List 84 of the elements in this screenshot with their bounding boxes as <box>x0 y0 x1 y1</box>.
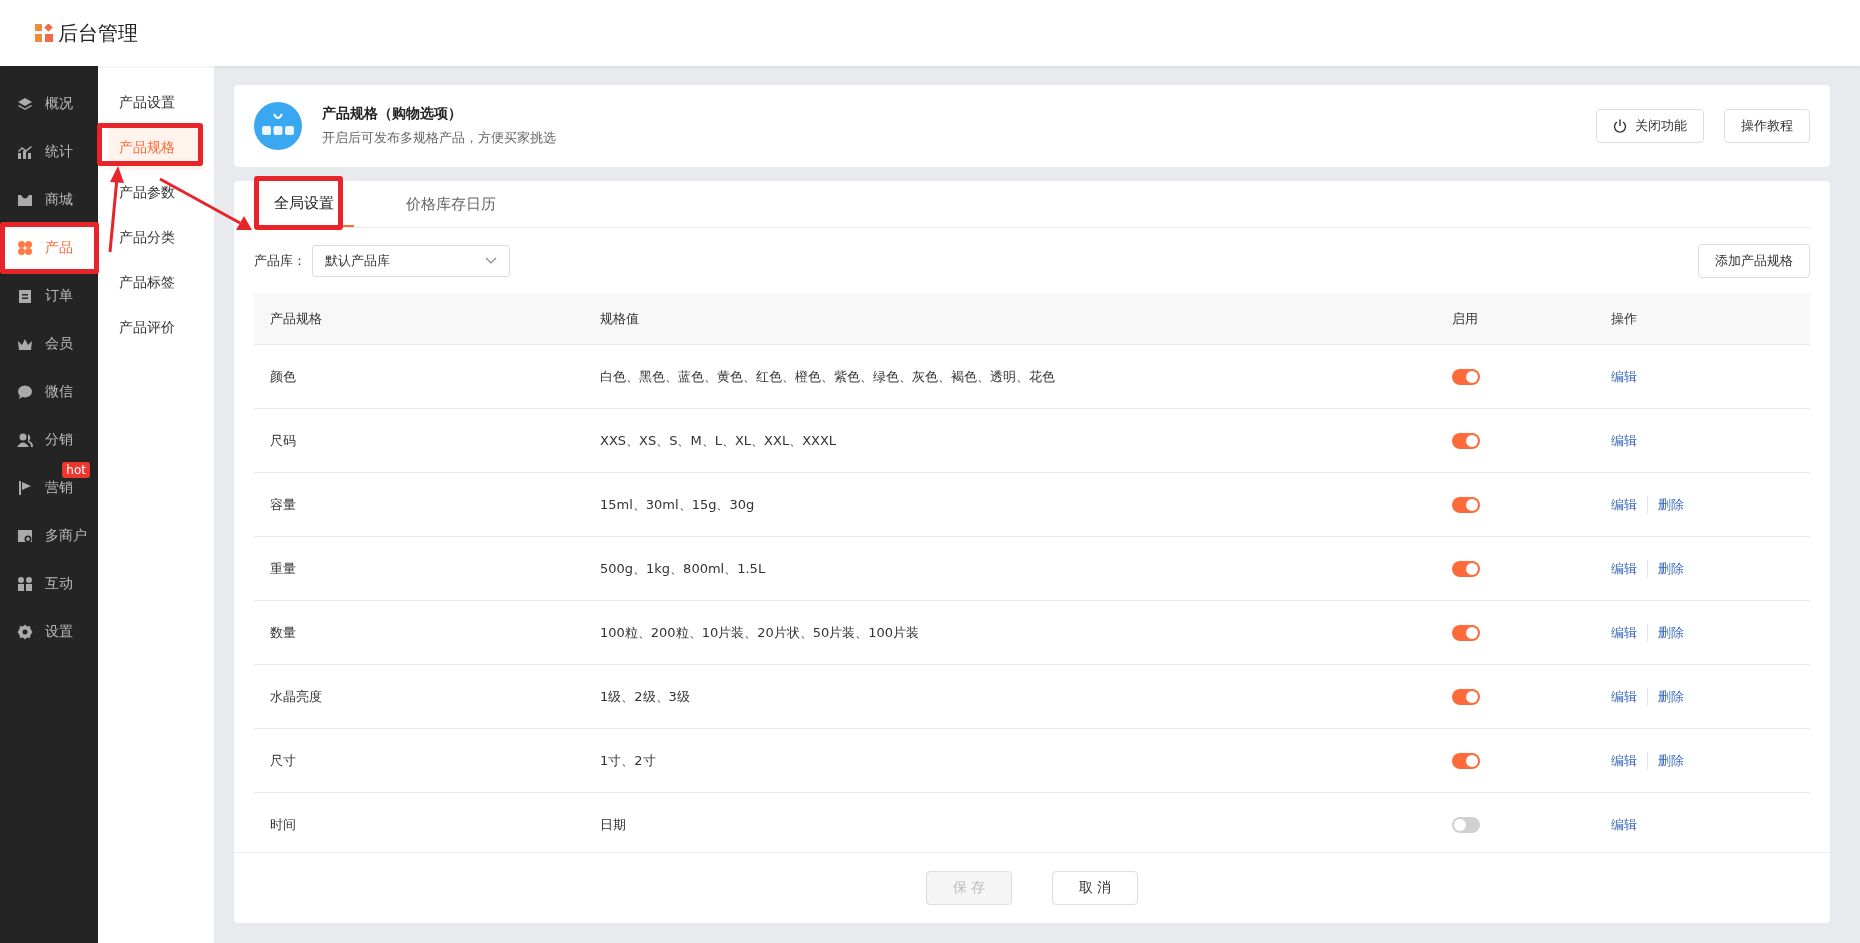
submenu-item[interactable]: 产品分类 <box>98 215 204 260</box>
table-cell-text: 100粒、200粒、10片装、20片状、50片装、100片装 <box>599 623 921 642</box>
table-cell-text: 数量 <box>269 623 297 642</box>
edit-link[interactable]: 编辑 <box>1611 687 1637 706</box>
delete-link[interactable]: 删除 <box>1658 495 1684 514</box>
submenu-item[interactable]: 产品设置 <box>98 80 204 125</box>
table-cell-text: 水晶亮度 <box>269 687 323 706</box>
delete-link[interactable]: 删除 <box>1658 751 1684 770</box>
enable-toggle[interactable] <box>1452 688 1480 705</box>
sidebar-item[interactable]: 订单 <box>0 272 98 320</box>
enable-toggle[interactable] <box>1452 432 1480 449</box>
chat-icon <box>17 384 33 400</box>
sidebar-item[interactable]: 互动 <box>0 560 98 608</box>
table-cell-text: 重量 <box>269 559 297 578</box>
table-cell-text: XXS、XS、S、M、L、XL、XXL、XXXL <box>599 431 838 450</box>
sidebar-item[interactable]: 概况 <box>0 80 98 128</box>
submenu-item[interactable]: 产品评价 <box>98 305 204 350</box>
table-cell-text: 颜色 <box>269 367 297 386</box>
shopping-bag-icon <box>254 102 302 150</box>
sidebar-item[interactable]: 分销 <box>0 416 98 464</box>
column-header: 启用 <box>1451 309 1479 328</box>
sidebar-item[interactable]: 会员 <box>0 320 98 368</box>
sidebar-item[interactable]: 统计 <box>0 128 98 176</box>
enable-toggle[interactable] <box>1452 624 1480 641</box>
enable-toggle[interactable] <box>1452 496 1480 513</box>
store-icon <box>17 192 33 208</box>
close-feature-button[interactable]: 关闭功能 <box>1596 109 1704 143</box>
feature-title: 产品规格（购物选项） <box>322 105 463 123</box>
app-title: 后台管理 <box>58 19 138 47</box>
edit-link[interactable]: 编辑 <box>1611 367 1637 386</box>
people-icon <box>17 432 33 448</box>
table-cell-text: 时间 <box>269 815 297 834</box>
edit-link[interactable]: 编辑 <box>1611 559 1637 578</box>
grid-icon <box>17 240 33 256</box>
tab[interactable]: 价格库存日历 <box>386 181 516 227</box>
column-header: 操作 <box>1610 309 1638 328</box>
tutorial-button[interactable]: 操作教程 <box>1724 109 1810 143</box>
column-header: 规格值 <box>599 309 640 328</box>
table-cell-text: 尺寸 <box>269 751 297 770</box>
library-dropdown[interactable]: 默认产品库 <box>312 245 510 277</box>
edit-link[interactable]: 编辑 <box>1611 431 1637 450</box>
library-label: 产品库： <box>254 252 306 270</box>
sidebar-item[interactable]: 微信 <box>0 368 98 416</box>
clipboard-icon <box>17 288 33 304</box>
tab[interactable]: 全局设置 <box>254 181 354 227</box>
delete-link[interactable]: 删除 <box>1658 623 1684 642</box>
sidebar-item[interactable]: hot 营销 <box>0 464 98 512</box>
enable-toggle[interactable] <box>1452 752 1480 769</box>
edit-link[interactable]: 编辑 <box>1611 815 1637 834</box>
sidebar-item[interactable]: 商城 <box>0 176 98 224</box>
submenu-item[interactable]: 产品参数 <box>98 170 204 215</box>
chart-icon <box>17 144 33 160</box>
flag-icon <box>17 480 33 496</box>
table-cell-text: 尺码 <box>269 431 297 450</box>
enable-toggle[interactable] <box>1452 368 1480 385</box>
feature-description: 开启后可发布多规格产品，方便买家挑选 <box>322 129 557 147</box>
edit-link[interactable]: 编辑 <box>1611 495 1637 514</box>
blocks-icon <box>17 576 33 592</box>
chevron-down-icon <box>485 257 497 265</box>
table-cell-text: 白色、黑色、蓝色、黄色、红色、橙色、紫色、绿色、灰色、褐色、透明、花色 <box>599 367 1056 386</box>
shop-icon <box>17 528 33 544</box>
column-header: 产品规格 <box>269 309 323 328</box>
sidebar-item[interactable]: 设置 <box>0 608 98 656</box>
delete-link[interactable]: 删除 <box>1658 687 1684 706</box>
table-cell-text: 15ml、30ml、15g、30g <box>599 495 756 514</box>
hot-badge: hot <box>62 462 90 478</box>
table-cell-text: 日期 <box>599 815 627 834</box>
gear-icon <box>17 624 33 640</box>
edit-link[interactable]: 编辑 <box>1611 751 1637 770</box>
power-icon <box>1613 119 1627 133</box>
enable-toggle[interactable] <box>1452 816 1480 833</box>
sidebar-item[interactable]: 多商户 <box>0 512 98 560</box>
table-cell-text: 1级、2级、3级 <box>599 687 691 706</box>
table-cell-text: 容量 <box>269 495 297 514</box>
table-cell-text: 1寸、2寸 <box>599 751 657 770</box>
delete-link[interactable]: 删除 <box>1658 559 1684 578</box>
table-cell-text: 500g、1kg、800ml、1.5L <box>599 559 767 578</box>
layers-icon <box>17 96 33 112</box>
edit-link[interactable]: 编辑 <box>1611 623 1637 642</box>
logo-icon <box>35 24 53 42</box>
add-spec-button[interactable]: 添加产品规格 <box>1698 244 1810 278</box>
submenu-item[interactable]: 产品标签 <box>98 260 204 305</box>
cancel-button[interactable]: 取 消 <box>1052 871 1138 905</box>
enable-toggle[interactable] <box>1452 560 1480 577</box>
